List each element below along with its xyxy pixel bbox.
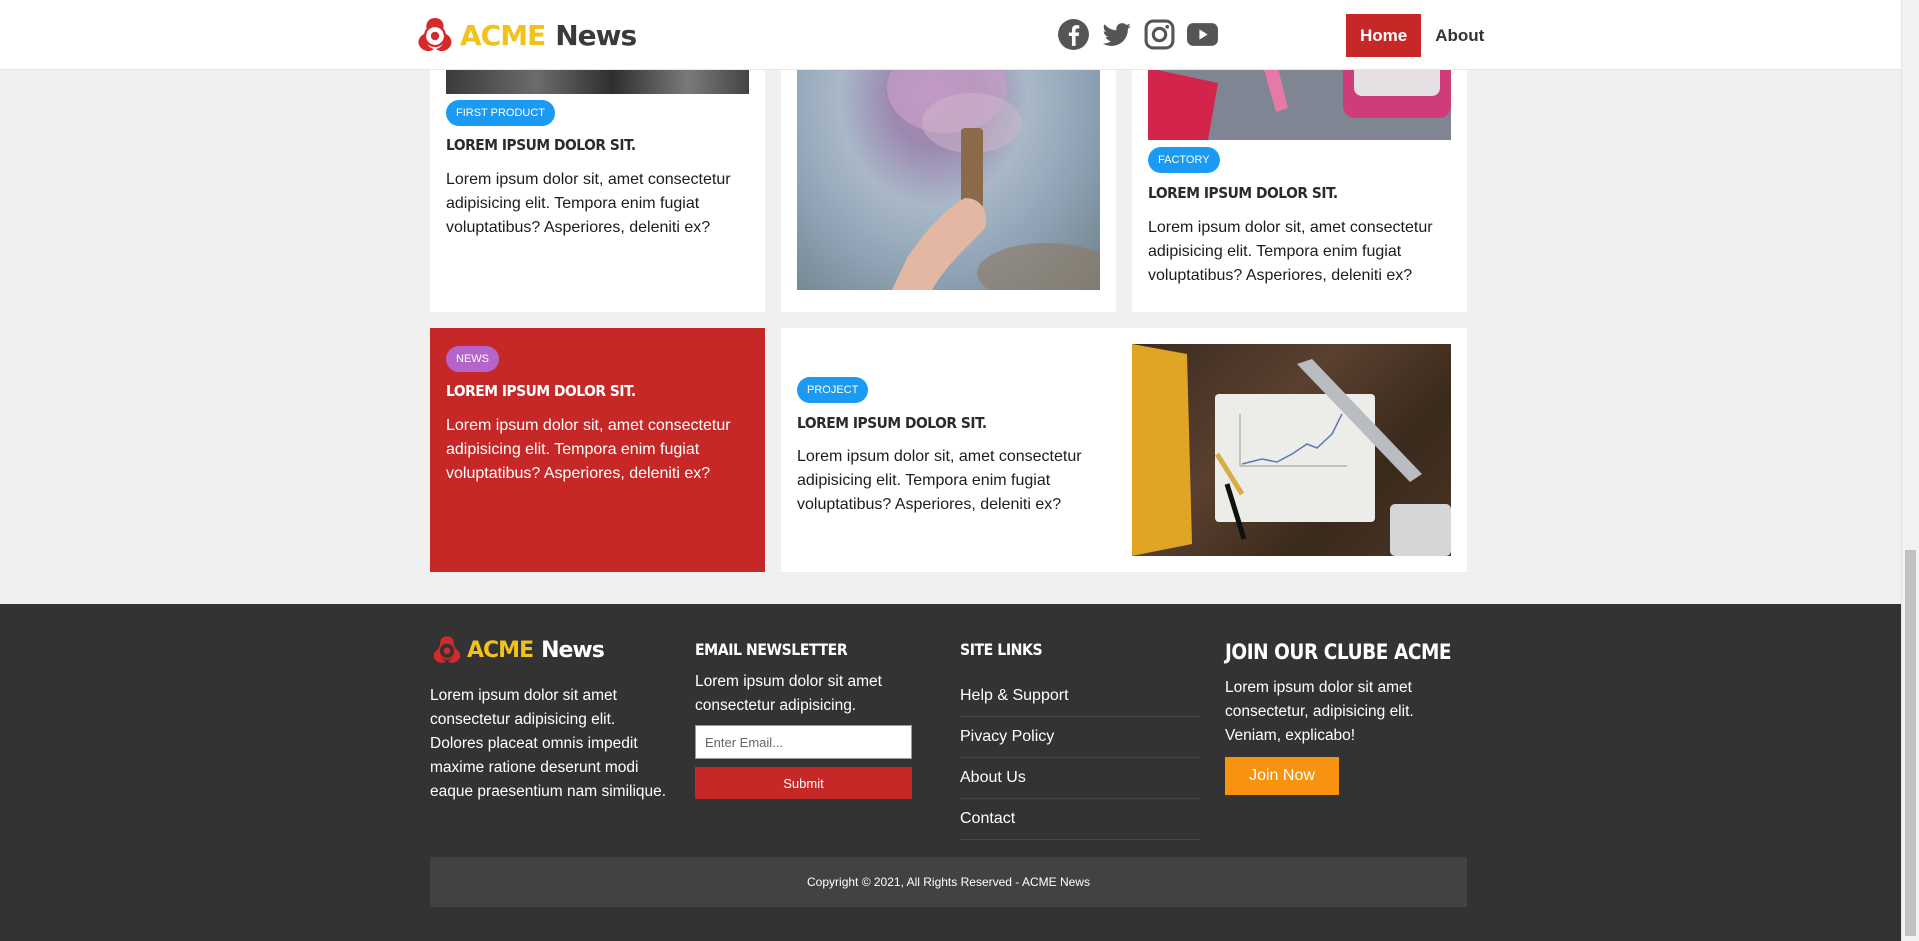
site-links-list: Help & Support Pivacy Policy About Us Co…	[960, 676, 1200, 840]
footer-link-help[interactable]: Help & Support	[960, 676, 1200, 717]
desk-chart-image	[1132, 344, 1451, 556]
club-text: Lorem ipsum dolor sit amet consectetur, …	[1225, 679, 1414, 744]
card-title[interactable]: LOREM IPSUM DOLOR SIT.	[446, 136, 636, 154]
join-now-button[interactable]: Join Now	[1225, 757, 1339, 795]
category-badge[interactable]: NEWS	[446, 346, 499, 372]
logo-news-text: News	[555, 18, 637, 52]
site-logo[interactable]: ACME News	[414, 15, 637, 55]
card-title[interactable]: LOREM IPSUM DOLOR SIT.	[446, 382, 636, 400]
card-text: Lorem ipsum dolor sit, amet consectetur …	[1148, 219, 1433, 284]
biohazard-icon	[433, 636, 461, 663]
newsletter-email-input[interactable]	[695, 725, 912, 759]
chart-paper-icon	[1132, 344, 1451, 556]
youtube-icon[interactable]	[1186, 18, 1219, 51]
footer-logo[interactable]: ACME News	[430, 634, 605, 666]
footer-link-contact[interactable]: Contact	[960, 799, 1200, 840]
footer-about-text: Lorem ipsum dolor sit amet consectetur a…	[430, 687, 667, 800]
site-links-heading: SITE LINKS	[960, 640, 1043, 659]
footer-link-privacy[interactable]: Pivacy Policy	[960, 717, 1200, 758]
main-nav: Home About	[1346, 14, 1498, 57]
facebook-icon[interactable]	[1057, 18, 1090, 51]
category-badge[interactable]: FIRST PRODUCT	[446, 100, 556, 126]
card-title[interactable]: LOREM IPSUM DOLOR SIT.	[797, 414, 987, 432]
card-first-product[interactable]: FIRST PRODUCT LOREM IPSUM DOLOR SIT. Lor…	[430, 48, 765, 312]
instagram-icon[interactable]	[1143, 18, 1176, 51]
nav-about-link[interactable]: About	[1421, 14, 1498, 57]
card-text: Lorem ipsum dolor sit, amet consectetur …	[797, 448, 1082, 513]
social-links	[1057, 18, 1219, 51]
logo-news-text: News	[541, 637, 605, 663]
category-badge[interactable]: PROJECT	[797, 377, 869, 403]
smoke-image	[797, 48, 1100, 290]
site-header: ACME News Home About	[0, 0, 1901, 70]
club-heading: JOIN OUR CLUBE ACME	[1225, 640, 1452, 664]
newsletter-heading: EMAIL NEWSLETTER	[695, 640, 848, 659]
card-text: Lorem ipsum dolor sit, amet consectetur …	[446, 417, 731, 482]
card-smoke-image[interactable]	[781, 48, 1116, 312]
logo-acme-text: ACME	[460, 18, 546, 52]
nav-home-link[interactable]: Home	[1346, 14, 1422, 57]
hand-with-torch-icon	[887, 48, 1100, 290]
copyright-bar: Copyright © 2021, All Rights Reserved - …	[430, 857, 1467, 907]
site-footer: ACME News Lorem ipsum dolor sit amet con…	[0, 604, 1901, 941]
newsletter-text: Lorem ipsum dolor sit amet consectetur a…	[695, 673, 882, 714]
scrollbar-thumb[interactable]	[1905, 550, 1916, 936]
footer-link-about[interactable]: About Us	[960, 758, 1200, 799]
card-factory[interactable]: FACTORY LOREM IPSUM DOLOR SIT. Lorem ips…	[1132, 48, 1467, 312]
card-text: Lorem ipsum dolor sit, amet consectetur …	[446, 171, 731, 236]
newsletter-submit-button[interactable]: Submit	[695, 767, 912, 799]
page-scrollbar[interactable]	[1901, 0, 1919, 941]
logo-acme-text: ACME	[467, 637, 534, 663]
category-badge[interactable]: FACTORY	[1148, 147, 1220, 173]
card-project[interactable]: PROJECT LOREM IPSUM DOLOR SIT. Lorem ips…	[781, 328, 1467, 572]
card-news[interactable]: NEWS LOREM IPSUM DOLOR SIT. Lorem ipsum …	[430, 328, 765, 572]
biohazard-icon	[418, 18, 452, 52]
twitter-icon[interactable]	[1100, 18, 1133, 51]
card-title[interactable]: LOREM IPSUM DOLOR SIT.	[1148, 184, 1338, 202]
